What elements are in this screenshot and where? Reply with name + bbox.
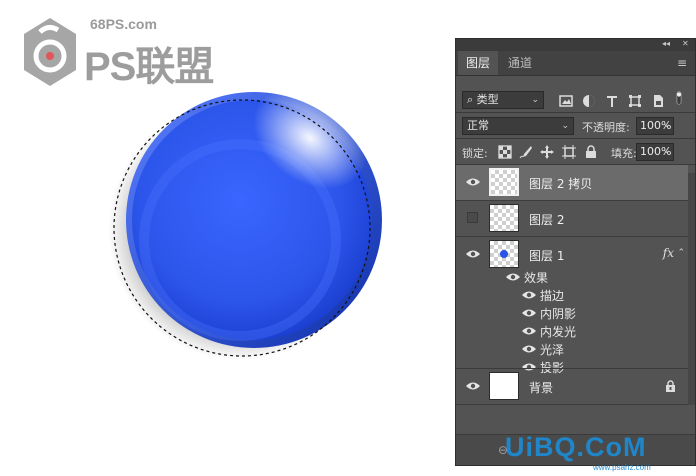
filter-row: ⌕ 类型 ⌄: [456, 88, 695, 112]
panel-top-strip: ◂◂ ✕: [456, 39, 695, 51]
lock-position-icon[interactable]: [540, 145, 554, 159]
separator: [456, 138, 695, 139]
effect-name: 内阴影: [540, 307, 577, 321]
blend-mode-value: 正常: [467, 119, 489, 132]
lock-icon: [666, 380, 675, 392]
search-icon: ⌕: [467, 93, 474, 106]
blend-row: 正常 ⌄ 不透明度: 100% ⌄: [456, 114, 695, 138]
collapse-panel-icon[interactable]: ◂◂: [662, 39, 670, 48]
fill-field[interactable]: 100% ⌄: [636, 143, 674, 161]
visibility-toggle-off[interactable]: [467, 212, 478, 223]
visibility-eye-icon[interactable]: [522, 326, 536, 336]
layer-name[interactable]: 图层 2 拷贝: [529, 175, 592, 192]
layers-scrollbar[interactable]: [688, 173, 695, 405]
opacity-label: 不透明度:: [582, 121, 630, 134]
logo-mark-icon: [24, 18, 76, 86]
chevron-down-icon: ⌄: [662, 119, 671, 130]
layer-name[interactable]: 背景: [529, 379, 553, 396]
effect-row-satin[interactable]: 光泽: [456, 340, 688, 358]
expand-effects-icon[interactable]: ⌃: [677, 248, 685, 258]
layer-row-layer2-copy[interactable]: 图层 2 拷贝: [456, 165, 688, 201]
panel-menu-icon[interactable]: ≡: [677, 56, 687, 70]
effect-row-stroke[interactable]: 描边: [456, 286, 688, 304]
layer-thumbnail: [489, 240, 519, 268]
effects-header: 效果: [524, 271, 549, 285]
lock-row: 锁定: 填充: 100% ⌄: [456, 140, 695, 164]
visibility-eye-icon[interactable]: [522, 290, 536, 300]
effect-name: 内发光: [540, 325, 577, 339]
visibility-eye-icon[interactable]: [466, 249, 480, 259]
visibility-eye-icon[interactable]: [522, 344, 536, 354]
watermark-brand: UiBQ.CoM: [505, 432, 647, 462]
type-filter-icon[interactable]: [605, 94, 619, 108]
watermark-site-text: 68PS.com: [90, 16, 157, 32]
tab-channels[interactable]: 通道: [500, 51, 540, 75]
effects-header-row[interactable]: 效果: [456, 268, 688, 286]
lock-transparent-icon[interactable]: [498, 145, 512, 159]
layer-name[interactable]: 图层 2: [529, 211, 564, 228]
layer-thumbnail: [489, 372, 519, 400]
layer-thumbnail: [489, 168, 519, 196]
visibility-eye-icon[interactable]: [466, 381, 480, 391]
kind-filter-label: 类型: [476, 93, 499, 106]
separator: [456, 112, 695, 113]
filter-toggle-icon[interactable]: [672, 91, 686, 105]
chevron-down-icon: ⌄: [662, 145, 671, 156]
canvas-area[interactable]: 68PS.com PS联盟: [0, 0, 455, 476]
chevron-down-icon: ⌄: [531, 95, 539, 105]
effect-row-inner-glow[interactable]: 内发光: [456, 322, 688, 340]
watermark-bottom: UiBQ.CoM www.psahz.com: [505, 432, 695, 472]
visibility-eye-icon[interactable]: [506, 272, 520, 282]
opacity-field[interactable]: 100% ⌄: [636, 117, 674, 135]
watermark-url: www.psahz.com: [593, 463, 651, 472]
fx-icon[interactable]: fx: [663, 246, 674, 260]
effect-name: 描边: [540, 289, 565, 303]
layer-row-layer2[interactable]: 图层 2: [456, 201, 688, 237]
fill-label: 填充:: [611, 147, 637, 160]
layer-thumbnail: [489, 204, 519, 232]
tab-layers[interactable]: 图层: [458, 51, 499, 75]
layers-panel: ◂◂ ✕ 图层 通道 ≡ ⌕ 类型 ⌄ 正常 ⌄ 不透明度: 100% ⌄ 锁定…: [455, 38, 696, 466]
shape-filter-icon[interactable]: [628, 94, 642, 108]
kind-filter-dropdown[interactable]: ⌕ 类型 ⌄: [462, 91, 544, 109]
effect-name: 光泽: [540, 343, 565, 357]
close-panel-icon[interactable]: ✕: [682, 39, 689, 48]
effect-row-inner-shadow[interactable]: 内阴影: [456, 304, 688, 322]
lock-label: 锁定:: [462, 147, 488, 160]
lock-artboard-icon[interactable]: [562, 145, 576, 159]
visibility-eye-icon[interactable]: [466, 177, 480, 187]
adjustment-filter-icon[interactable]: [582, 94, 596, 108]
visibility-eye-icon[interactable]: [522, 308, 536, 318]
chevron-down-icon: ⌄: [561, 121, 569, 131]
lock-image-icon[interactable]: [519, 145, 533, 159]
layer-name[interactable]: 图层 1: [529, 247, 564, 264]
panel-tabs: 图层 通道 ≡: [456, 51, 695, 76]
smart-object-filter-icon[interactable]: [651, 94, 665, 108]
blue-orb: [108, 87, 382, 360]
layer-thumb-dot: [500, 250, 508, 258]
lock-all-icon[interactable]: [584, 145, 598, 159]
blend-mode-dropdown[interactable]: 正常 ⌄: [462, 117, 574, 135]
layer-row-background[interactable]: 背景: [456, 369, 688, 405]
image-filter-icon[interactable]: [559, 94, 573, 108]
